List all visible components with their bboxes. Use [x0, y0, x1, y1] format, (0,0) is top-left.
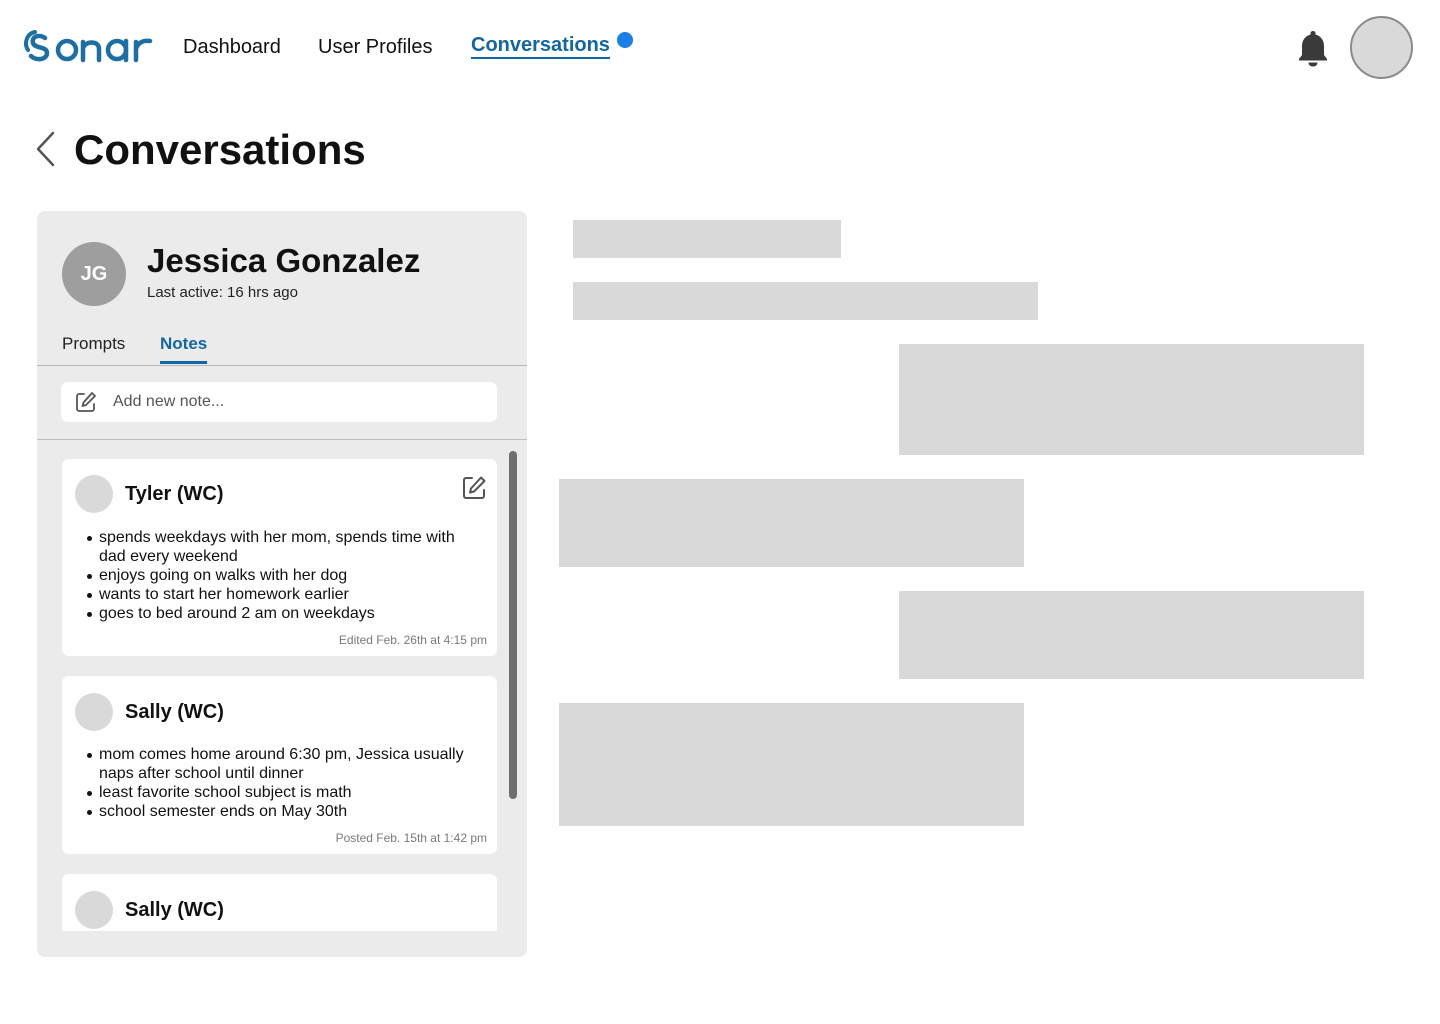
message-placeholder — [899, 344, 1364, 455]
message-placeholder — [573, 282, 1038, 320]
nav-user-profiles[interactable]: User Profiles — [318, 34, 432, 60]
tab-prompts[interactable]: Prompts — [62, 333, 125, 355]
note-author: Sally (WC) — [125, 899, 224, 921]
nav-conversations[interactable]: Conversations — [471, 34, 610, 59]
sonar-logo[interactable] — [23, 28, 159, 64]
nav-dashboard[interactable]: Dashboard — [183, 34, 281, 60]
panel-tabs: Prompts Notes — [37, 329, 527, 366]
sonar-logo-mark — [24, 30, 153, 63]
top-nav: Dashboard User Profiles Conversations — [0, 0, 1440, 94]
list-item: goes to bed around 2 am on weekdays — [87, 604, 479, 623]
tab-notes[interactable]: Notes — [160, 333, 208, 364]
list-item: least favorite school subject is math — [87, 783, 479, 802]
notes-scrollbar[interactable] — [509, 451, 517, 799]
profile-avatar: JG — [62, 242, 126, 306]
list-item: wants to start her homework earlier — [87, 585, 479, 604]
author-avatar — [75, 891, 113, 929]
note-card: Tyler (WC) spends weekdays with her mom,… — [62, 459, 497, 656]
bell-icon[interactable] — [1296, 28, 1330, 68]
edit-icon — [76, 392, 96, 412]
message-placeholder — [899, 591, 1364, 679]
note-author: Sally (WC) — [125, 701, 224, 723]
note-card: Sally (WC) — [62, 874, 497, 931]
chevron-left-icon[interactable] — [33, 130, 59, 168]
notification-dot — [617, 32, 633, 48]
list-item: mom comes home around 6:30 pm, Jessica u… — [87, 745, 479, 783]
note-items: mom comes home around 6:30 pm, Jessica u… — [87, 745, 479, 821]
avatar[interactable] — [1350, 16, 1413, 79]
list-item: school semester ends on May 30th — [87, 802, 479, 821]
message-placeholder — [559, 703, 1024, 826]
edit-icon[interactable] — [461, 475, 487, 501]
note-card: Sally (WC) mom comes home around 6:30 pm… — [62, 676, 497, 854]
profile-panel: JG Jessica Gonzalez Last active: 16 hrs … — [37, 211, 527, 957]
add-note-input[interactable] — [113, 393, 473, 411]
page-title: Conversations — [74, 126, 366, 173]
note-timestamp: Edited Feb. 26th at 4:15 pm — [338, 633, 487, 647]
author-avatar — [75, 475, 113, 513]
message-placeholder — [559, 479, 1024, 567]
list-item: spends weekdays with her mom, spends tim… — [87, 528, 479, 566]
notes-list[interactable]: Tyler (WC) spends weekdays with her mom,… — [37, 440, 527, 931]
add-note-field[interactable] — [61, 382, 497, 422]
message-placeholder — [573, 220, 841, 258]
note-timestamp: Posted Feb. 15th at 1:42 pm — [335, 831, 487, 845]
note-items: spends weekdays with her mom, spends tim… — [87, 528, 479, 623]
list-item: enjoys going on walks with her dog — [87, 566, 479, 585]
last-active: Last active: 16 hrs ago — [147, 284, 298, 301]
author-avatar — [75, 693, 113, 731]
profile-name: Jessica Gonzalez — [147, 242, 421, 279]
note-author: Tyler (WC) — [125, 483, 224, 505]
